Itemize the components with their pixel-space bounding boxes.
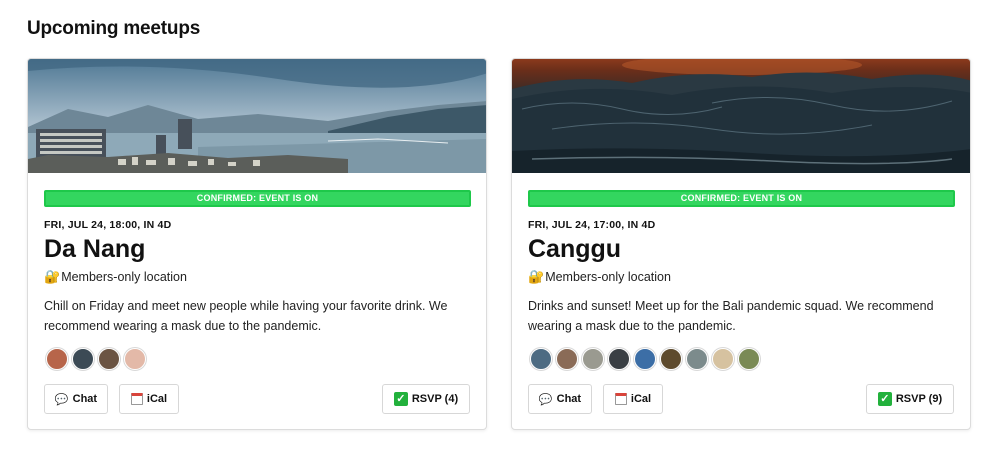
event-card-canggu[interactable]: CONFIRMED: EVENT IS ON FRI, JUL 24, 17:0… xyxy=(511,58,971,430)
event-cover-image xyxy=(512,59,970,173)
attendee-avatars xyxy=(530,348,760,370)
calendar-icon xyxy=(130,393,143,405)
check-icon: ✓ xyxy=(877,392,892,406)
avatar[interactable] xyxy=(530,348,552,370)
rsvp-button-label: RSVP (4) xyxy=(411,393,459,405)
avatar[interactable] xyxy=(608,348,630,370)
lock-icon: 🔐 xyxy=(44,269,61,284)
event-card-da-nang[interactable]: CONFIRMED: EVENT IS ON FRI, JUL 24, 18:0… xyxy=(27,58,487,430)
event-city[interactable]: Canggu xyxy=(528,235,621,264)
avatar[interactable] xyxy=(686,348,708,370)
speech-bubble-icon: 💬 xyxy=(54,393,69,406)
section-title: Upcoming meetups xyxy=(27,18,201,39)
event-location: 🔐 Members-only location xyxy=(44,269,187,285)
ical-button[interactable]: iCal xyxy=(603,384,663,414)
avatar[interactable] xyxy=(738,348,760,370)
avatar[interactable] xyxy=(98,348,120,370)
chat-button[interactable]: 💬 Chat xyxy=(44,384,108,414)
rsvp-button[interactable]: ✓ RSVP (4) xyxy=(382,384,470,414)
event-cover-image xyxy=(28,59,486,173)
avatar[interactable] xyxy=(124,348,146,370)
event-location-label: Members-only location xyxy=(61,270,187,284)
event-city[interactable]: Da Nang xyxy=(44,235,145,264)
ical-button-label: iCal xyxy=(146,393,168,405)
rsvp-button[interactable]: ✓ RSVP (9) xyxy=(866,384,954,414)
chat-button[interactable]: 💬 Chat xyxy=(528,384,592,414)
speech-bubble-icon: 💬 xyxy=(538,393,553,406)
avatar[interactable] xyxy=(72,348,94,370)
check-icon: ✓ xyxy=(393,392,408,406)
event-datetime: FRI, JUL 24, 18:00, IN 4D xyxy=(44,219,172,231)
ical-button-label: iCal xyxy=(630,393,652,405)
event-status-banner: CONFIRMED: EVENT IS ON xyxy=(44,190,471,207)
chat-button-label: Chat xyxy=(556,393,582,405)
avatar[interactable] xyxy=(634,348,656,370)
avatar[interactable] xyxy=(582,348,604,370)
event-location-label: Members-only location xyxy=(545,270,671,284)
avatar[interactable] xyxy=(556,348,578,370)
event-description: Drinks and sunset! Meet up for the Bali … xyxy=(528,299,934,333)
ical-button[interactable]: iCal xyxy=(119,384,179,414)
event-datetime: FRI, JUL 24, 17:00, IN 4D xyxy=(528,219,656,231)
calendar-icon xyxy=(614,393,627,405)
rsvp-button-label: RSVP (9) xyxy=(895,393,943,405)
attendee-avatars xyxy=(46,348,146,370)
avatar[interactable] xyxy=(712,348,734,370)
event-description: Chill on Friday and meet new people whil… xyxy=(44,299,448,333)
avatar[interactable] xyxy=(46,348,68,370)
chat-button-label: Chat xyxy=(72,393,98,405)
event-status-banner: CONFIRMED: EVENT IS ON xyxy=(528,190,955,207)
event-location: 🔐 Members-only location xyxy=(528,269,671,285)
lock-icon: 🔐 xyxy=(528,269,545,284)
avatar[interactable] xyxy=(660,348,682,370)
